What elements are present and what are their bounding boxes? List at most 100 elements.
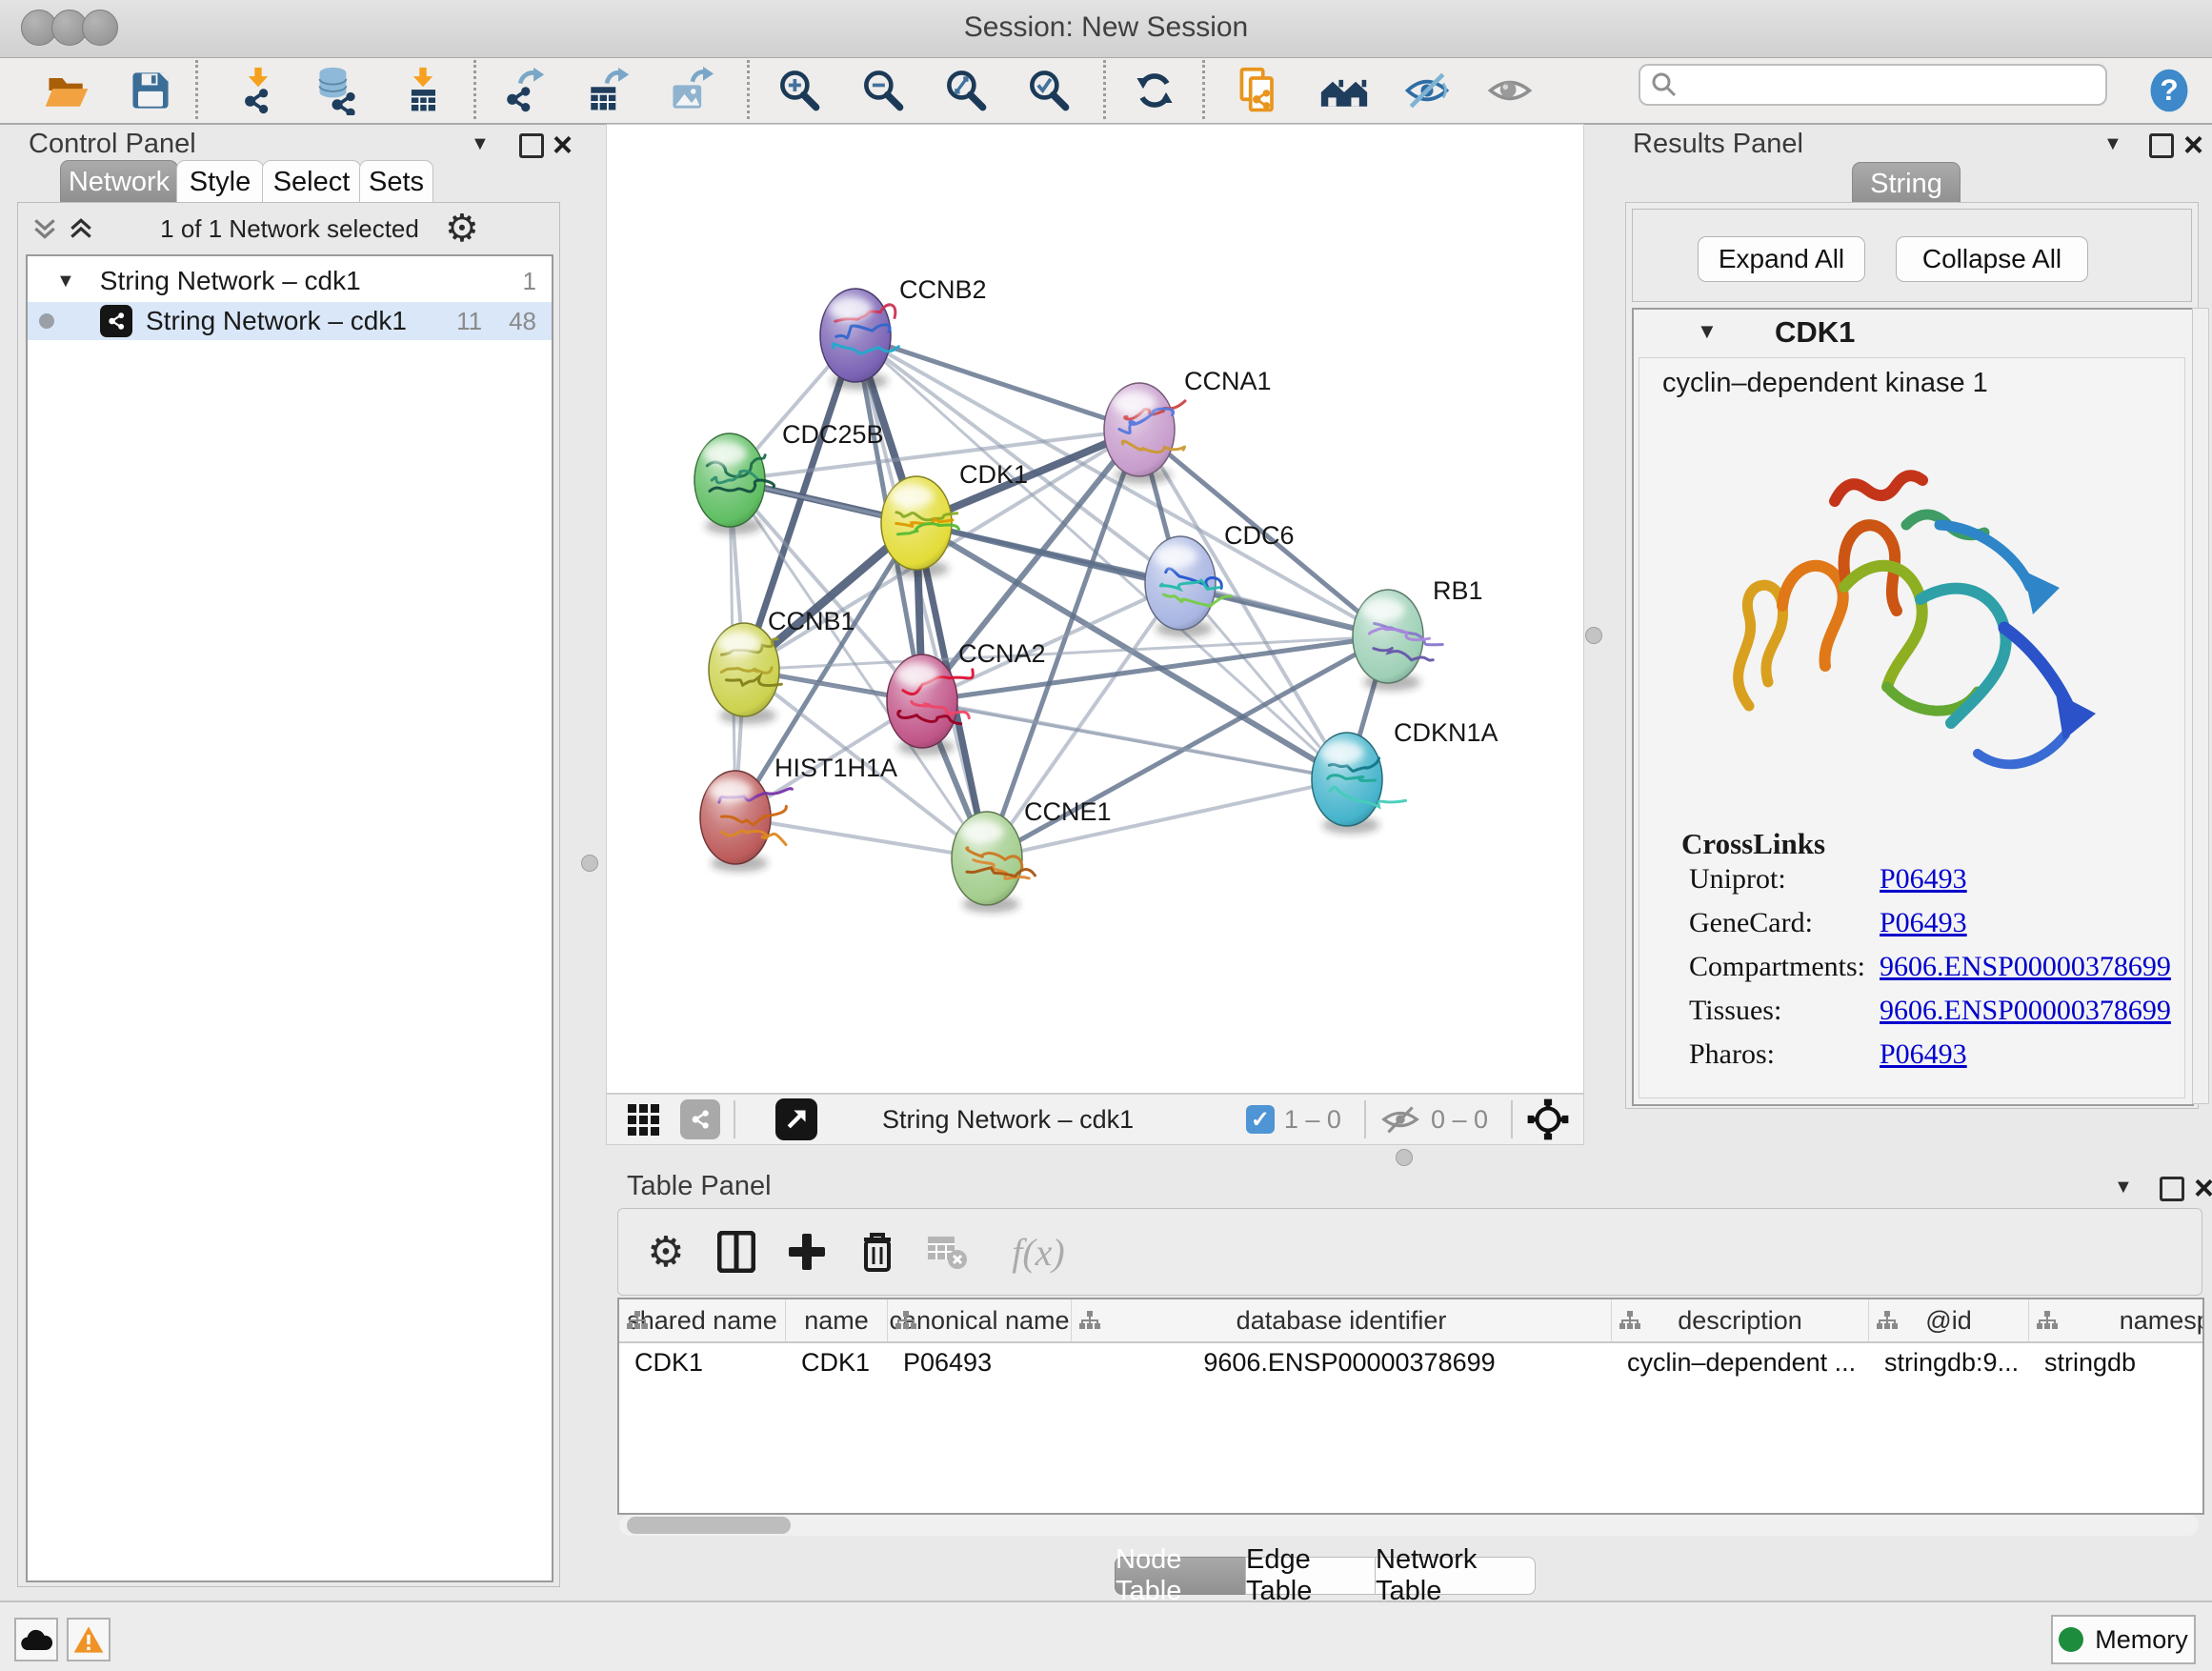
float-panel-icon[interactable]: ▼ [2103,133,2122,155]
network-node-cdkn1a[interactable]: CDKN1A [1312,718,1498,834]
bottom-splitter-handle[interactable] [1396,1149,1413,1166]
node-label: CCNE1 [1024,797,1112,826]
network-node-ccna1[interactable]: CCNA1 [1104,367,1272,484]
open-session-icon[interactable] [40,64,93,117]
delete-table-icon-disabled [925,1229,971,1275]
show-columns-icon[interactable] [714,1229,759,1275]
close-panel-icon[interactable]: × [2183,135,2203,154]
cell-description[interactable]: cyclin–dependent ... [1612,1348,1869,1378]
column-header-name[interactable]: name [786,1299,888,1341]
network-node-rb1[interactable]: RB1 [1353,576,1483,691]
crosslink-row: Compartments:9606.ENSP00000378699 [1689,951,2171,983]
table-horizontal-scrollbar[interactable] [619,1515,2199,1536]
column-header-database-identifier[interactable]: database identifier [1072,1299,1612,1341]
selected-checkbox-icon[interactable]: ✓ [1246,1105,1275,1134]
table-row[interactable]: CDK1CDK1P064939606.ENSP00000378699cyclin… [619,1343,2202,1381]
tab-select[interactable]: Select [262,160,361,203]
export-image-icon[interactable] [664,64,717,117]
open-in-window-icon[interactable] [775,1098,817,1140]
show-all-icon[interactable] [1483,64,1537,117]
table-options-gear-icon[interactable]: ⚙ [643,1229,689,1275]
float-panel-icon[interactable]: ▼ [471,133,490,155]
maximize-panel-icon[interactable] [2160,1177,2184,1206]
apply-layout-icon[interactable] [1128,64,1181,117]
zoom-in-icon[interactable] [773,64,826,117]
collapse-all-button[interactable]: Collapse All [1896,236,2088,282]
network-options-gear-icon[interactable]: ⚙ [445,207,479,251]
network-glyph-icon[interactable] [680,1099,720,1139]
tab-string[interactable]: String [1852,162,1961,205]
left-splitter-handle[interactable] [581,855,598,872]
tab-edge-table[interactable]: Edge Table [1245,1557,1377,1595]
column-header-namespace[interactable]: namespace [2029,1299,2204,1341]
fit-selected-crosshair-icon[interactable] [1526,1097,1570,1141]
network-edge[interactable] [735,817,987,858]
network-node-ccne1[interactable]: CCNE1 [952,797,1112,913]
warnings-button[interactable] [67,1618,111,1661]
export-network-icon[interactable] [495,64,549,117]
crosslink-value-link[interactable]: P06493 [1880,1038,1967,1070]
network-collection-row[interactable]: ▼ String Network – cdk1 1 [28,262,552,300]
birdseye-grid-icon[interactable] [628,1104,659,1136]
tab-network[interactable]: Network [60,160,178,203]
hide-selected-icon[interactable] [1400,64,1454,117]
maximize-panel-icon[interactable] [2149,133,2174,163]
maximize-panel-icon[interactable] [519,133,544,163]
network-tab-panel: 1 of 1 Network selected ⚙ ▼ String Netwo… [17,202,560,1587]
node-label: RB1 [1433,576,1483,605]
expand-all-icon[interactable] [68,216,94,243]
collection-label: String Network – cdk1 [100,266,361,296]
collection-count: 1 [523,267,536,296]
crosslink-value-link[interactable]: 9606.ENSP00000378699 [1880,995,2171,1026]
column-header-description[interactable]: description [1612,1299,1869,1341]
cell--id[interactable]: stringdb:9... [1869,1348,2029,1378]
network-from-file-icon[interactable] [1233,64,1286,117]
column-header-canonical-name[interactable]: canonical name [888,1299,1072,1341]
window-title: Session: New Session [0,11,2212,44]
column-header--id[interactable]: @id [1869,1299,2029,1341]
delete-column-trash-icon[interactable] [855,1229,900,1275]
cell-database-identifier[interactable]: 9606.ENSP00000378699 [1072,1348,1612,1378]
zoom-fit-icon[interactable] [939,64,993,117]
gene-expander-icon[interactable]: ▼ [1697,319,1718,344]
scrollbar-thumb[interactable] [627,1517,791,1534]
cloud-status-button[interactable] [14,1618,58,1661]
save-session-icon[interactable] [124,64,177,117]
import-network-database-icon[interactable] [312,64,365,117]
crosslink-value-link[interactable]: 9606.ENSP00000378699 [1880,951,2171,982]
network-row-selected[interactable]: String Network – cdk1 11 48 [28,302,552,340]
cell-canonical-name[interactable]: P06493 [888,1348,1072,1378]
results-scrollbar[interactable] [2192,308,2209,1104]
tab-network-table[interactable]: Network Table [1375,1557,1536,1595]
tab-node-table[interactable]: Node Table [1115,1557,1247,1595]
help-icon[interactable]: ? [2142,64,2196,117]
cell-shared-name[interactable]: CDK1 [619,1348,786,1378]
column-header-shared-name[interactable]: shared name [619,1299,786,1341]
network-node-cdc25b[interactable]: CDC25B [694,420,884,534]
network-node-hist1h1a[interactable]: HIST1H1A [700,754,897,872]
import-table-icon[interactable] [396,64,450,117]
zoom-out-icon[interactable] [856,64,910,117]
close-panel-icon[interactable]: × [553,135,573,154]
import-network-file-icon[interactable] [231,64,285,117]
crosslink-value-link[interactable]: P06493 [1880,863,1967,895]
search-input[interactable] [1639,64,2107,106]
network-view-canvas[interactable]: CCNB2CCNA1CDC25BCDK1CDC6RB1CCNB1CCNA2CDK… [606,124,1584,1094]
network-status-dot [39,313,54,329]
collection-expander-icon[interactable]: ▼ [56,271,75,292]
export-table-icon[interactable] [580,64,633,117]
cell-namespace[interactable]: stringdb [2029,1348,2204,1378]
crosslink-value-link[interactable]: P06493 [1880,907,1967,938]
zoom-selected-icon[interactable] [1022,64,1076,117]
float-panel-icon[interactable]: ▼ [2114,1177,2133,1198]
cell-name[interactable]: CDK1 [786,1348,888,1378]
tab-sets[interactable]: Sets [359,160,433,203]
expand-all-button[interactable]: Expand All [1698,236,1865,282]
close-panel-icon[interactable]: × [2194,1178,2212,1198]
create-column-plus-icon[interactable] [784,1229,830,1275]
tab-style[interactable]: Style [176,160,264,203]
network-edge-count: 48 [509,307,536,336]
home-networks-icon[interactable] [1317,64,1371,117]
collapse-all-icon[interactable] [31,216,58,243]
memory-button[interactable]: Memory [2051,1615,2196,1664]
